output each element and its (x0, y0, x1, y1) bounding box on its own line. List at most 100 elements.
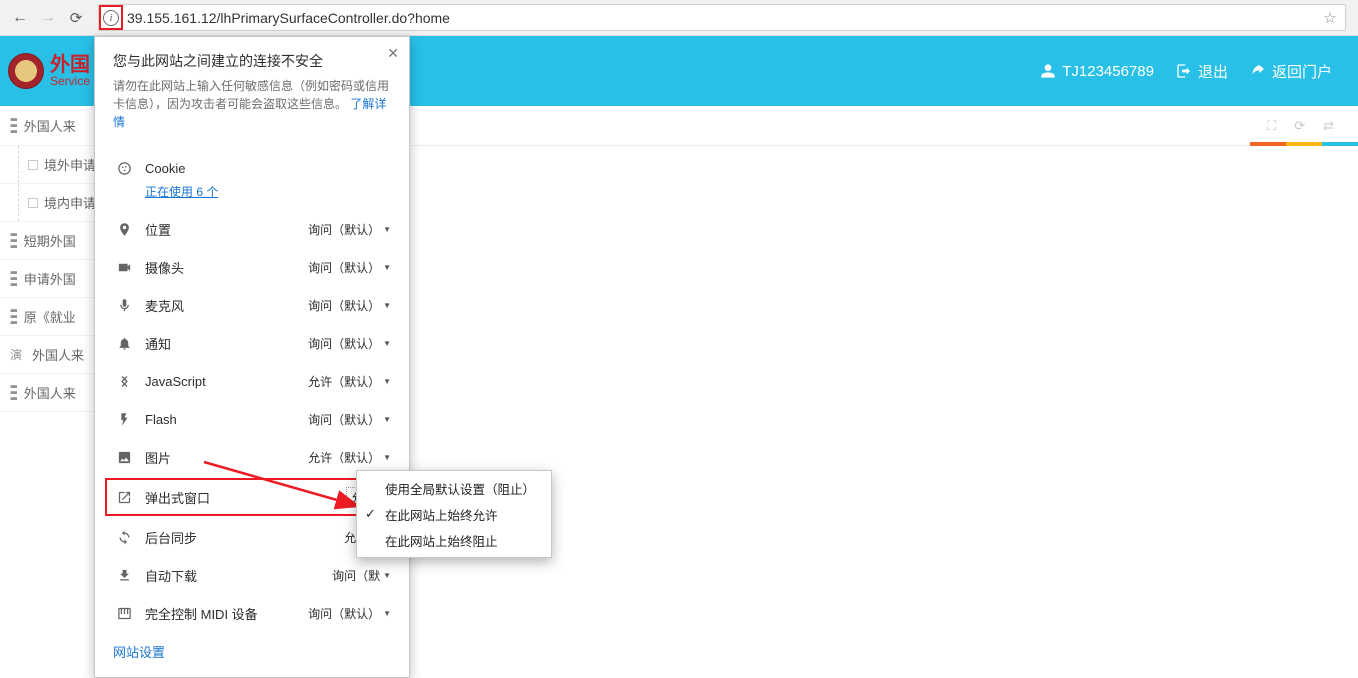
permission-row-mic[interactable]: 麦克风询问（默认） ▼ (113, 286, 391, 324)
logout-button[interactable]: 退出 (1176, 61, 1228, 82)
permission-value-dropdown[interactable]: 允许（默认） ▼ (308, 449, 391, 466)
js-icon (113, 374, 135, 389)
permission-row-midi[interactable]: 完全控制 MIDI 设备询问（默认） ▼ (113, 594, 391, 632)
logo-en: Service (50, 75, 90, 87)
permission-row-camera[interactable]: 摄像头询问（默认） ▼ (113, 248, 391, 286)
permission-label: 通知 (145, 334, 308, 353)
site-settings-link[interactable]: 网站设置 (113, 642, 165, 661)
permission-row-sync[interactable]: 后台同步允许（ ▼ (113, 518, 391, 556)
permission-value-dropdown[interactable]: 询问（默认） ▼ (308, 605, 391, 622)
username-display[interactable]: TJ123456789 (1040, 61, 1154, 82)
url-text[interactable]: 39.155.161.12/lhPrimarySurfaceController… (123, 10, 450, 26)
header-right: TJ123456789 退出 返回门户 (1040, 61, 1358, 82)
back-button[interactable]: ← (6, 4, 34, 32)
permission-label: 摄像头 (145, 258, 308, 277)
logout-text: 退出 (1198, 61, 1228, 82)
permission-row-js[interactable]: JavaScript允许（默认） ▼ (113, 362, 391, 400)
permission-value-dropdown[interactable]: 允许（默认） ▼ (308, 373, 391, 390)
permission-label: JavaScript (145, 374, 308, 389)
permission-label: 麦克风 (145, 296, 308, 315)
logo-cn: 外国 (50, 55, 90, 75)
return-portal-button[interactable]: 返回门户 (1250, 61, 1332, 82)
popup-description: 请勿在此网站上输入任何敏感信息（例如密码或信用卡信息），因为攻击者可能会盗取这些… (113, 77, 391, 131)
site-info-icon[interactable]: i (103, 10, 119, 26)
sidebar-label: 外国人来 (24, 383, 76, 402)
sync-icon (113, 530, 135, 545)
pin-icon (113, 222, 135, 237)
dropdown-option[interactable]: 使用全局默认设置（阻止） (357, 475, 551, 501)
bookmark-star-icon[interactable]: ☆ (1315, 9, 1345, 27)
chevron-down-icon: ▼ (383, 453, 391, 462)
permission-row-image[interactable]: 图片允许（默认） ▼ (113, 438, 391, 476)
mic-icon (113, 298, 135, 313)
popup-permission-dropdown: 使用全局默认设置（阻止）在此网站上始终允许在此网站上始终阻止 (356, 470, 552, 558)
sidebar-label: 外国人来 (24, 116, 76, 135)
permission-row-download[interactable]: 自动下载询问（默 ▼ (113, 556, 391, 594)
username-text: TJ123456789 (1062, 63, 1154, 80)
chevron-down-icon: ▼ (383, 609, 391, 618)
strip-orange (1250, 142, 1286, 146)
popup-title: 您与此网站之间建立的连接不安全 (113, 51, 391, 71)
grid-icon: ▪▪▪▪▪▪▪▪▪ (10, 270, 16, 288)
permission-value-dropdown[interactable]: 询问（默认） ▼ (308, 411, 391, 428)
user-icon (1040, 63, 1056, 79)
swap-icon[interactable]: ⇄ (1323, 118, 1334, 134)
strip-yellow (1286, 142, 1322, 146)
permission-row-bell[interactable]: 通知询问（默认） ▼ (113, 324, 391, 362)
chrome-toolbar: ← → ⟳ i 39.155.161.12/lhPrimarySurfaceCo… (0, 0, 1358, 36)
logout-icon (1176, 63, 1192, 79)
permission-row-popup[interactable]: 弹出式窗口允许 ▼ (105, 478, 399, 516)
chevron-down-icon: ▼ (383, 301, 391, 310)
chevron-down-icon: ▼ (383, 377, 391, 386)
sidebar-label: 外国人来 (32, 345, 84, 364)
grid-icon: ▪▪▪▪▪▪▪▪▪ (10, 384, 16, 402)
color-strip (1250, 142, 1358, 146)
dropdown-option[interactable]: 在此网站上始终允许 (357, 501, 551, 527)
sidebar-label: 短期外国 (24, 231, 76, 250)
permission-value-dropdown[interactable]: 询问（默认） ▼ (308, 259, 391, 276)
cookie-count-link[interactable]: 正在使用 6 个 (145, 183, 391, 200)
permission-row-pin[interactable]: 位置询问（默认） ▼ (113, 210, 391, 248)
share-icon (1250, 63, 1266, 79)
permission-value-dropdown[interactable]: 询问（默 ▼ (332, 567, 391, 584)
grid-icon: ▪▪▪▪▪▪▪▪▪ (10, 232, 16, 250)
permission-label: Flash (145, 412, 308, 427)
reload-button[interactable]: ⟳ (62, 4, 90, 32)
popup-desc-text: 请勿在此网站上输入任何敏感信息（例如密码或信用卡信息），因为攻击者可能会盗取这些… (113, 79, 389, 111)
portal-text: 返回门户 (1272, 61, 1332, 82)
cookie-label: Cookie (145, 161, 391, 176)
chevron-down-icon: ▼ (383, 225, 391, 234)
popup-close-button[interactable]: ✕ (387, 45, 399, 62)
permission-value-dropdown[interactable]: 询问（默认） ▼ (308, 297, 391, 314)
midi-icon (113, 606, 135, 621)
cookie-row[interactable]: Cookie (113, 149, 391, 187)
site-info-button-highlight: i (99, 5, 123, 30)
popup-icon (113, 490, 135, 505)
chevron-down-icon: ▼ (383, 571, 391, 580)
camera-icon (113, 260, 135, 275)
image-icon (113, 450, 135, 465)
forward-button[interactable]: → (34, 4, 62, 32)
tree-node-icon (28, 198, 38, 208)
permission-label: 图片 (145, 448, 308, 467)
tree-node-icon (28, 160, 38, 170)
permission-row-flash[interactable]: Flash询问（默认） ▼ (113, 400, 391, 438)
permission-label: 位置 (145, 220, 308, 239)
logo-text: 外国 Service (50, 55, 90, 87)
fullscreen-icon[interactable]: ⛶ (1267, 118, 1276, 134)
chevron-down-icon: ▼ (383, 263, 391, 272)
sidebar-label: 申请外国 (24, 269, 76, 288)
permission-label: 后台同步 (145, 528, 344, 547)
permission-label: 完全控制 MIDI 设备 (145, 604, 308, 623)
permission-label: 弹出式窗口 (145, 488, 346, 507)
grid-icon: ▪▪▪▪▪▪▪▪▪ (10, 117, 16, 135)
permission-value-dropdown[interactable]: 询问（默认） ▼ (308, 221, 391, 238)
sidebar-label: 境外申请 (44, 155, 96, 174)
address-bar[interactable]: i 39.155.161.12/lhPrimarySurfaceControll… (98, 4, 1346, 31)
bell-icon (113, 336, 135, 351)
dropdown-option[interactable]: 在此网站上始终阻止 (357, 527, 551, 553)
permission-value-dropdown[interactable]: 询问（默认） ▼ (308, 335, 391, 352)
sidebar-label: 原《就业 (24, 307, 76, 326)
strip-cyan (1322, 142, 1358, 146)
refresh-icon[interactable]: ⟳ (1294, 118, 1305, 134)
